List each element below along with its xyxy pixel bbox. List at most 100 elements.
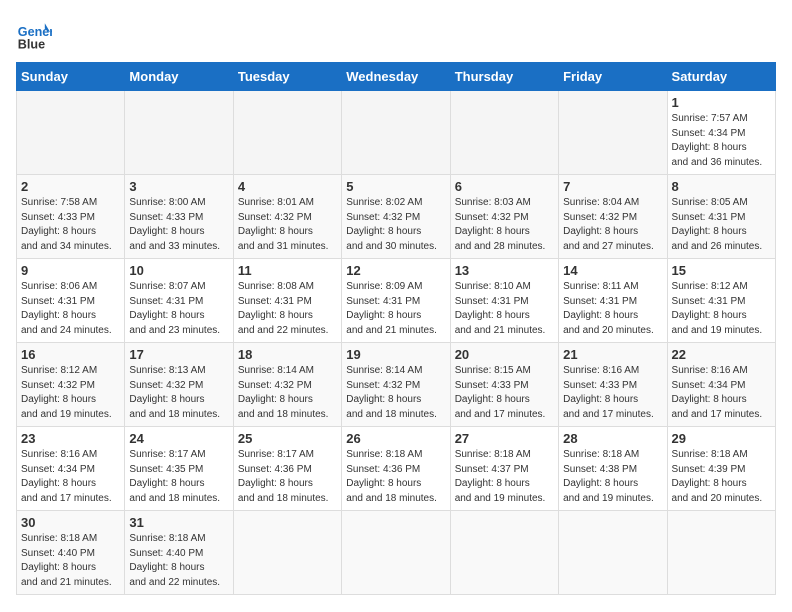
day-info: Sunrise: 8:18 AMSunset: 4:40 PMDaylight:…: [21, 532, 120, 590]
calendar-cell: 9 Sunrise: 8:06 AMSunset: 4:31 PMDaylight…: [17, 259, 125, 343]
day-number: 19: [346, 347, 445, 362]
day-info: Sunrise: 8:01 AMSunset: 4:32 PMDaylight:…: [238, 196, 337, 254]
day-info: Sunrise: 8:14 AMSunset: 4:32 PMDaylight:…: [346, 364, 445, 422]
calendar-cell: 3 Sunrise: 8:00 AMSunset: 4:33 PMDaylight…: [125, 175, 233, 259]
day-number: 28: [563, 431, 662, 446]
calendar-cell: [17, 91, 125, 175]
day-number: 3: [129, 179, 228, 194]
calendar-cell: [559, 91, 667, 175]
week-row-6: 30 Sunrise: 8:18 AMSunset: 4:40 PMDayligh…: [17, 511, 776, 595]
day-info: Sunrise: 8:16 AMSunset: 4:34 PMDaylight:…: [21, 448, 120, 506]
calendar-cell: 10Sunrise: 8:07 AMSunset: 4:31 PMDayligh…: [125, 259, 233, 343]
day-info: Sunrise: 8:18 AMSunset: 4:39 PMDaylight:…: [672, 448, 771, 506]
day-info: Sunrise: 7:58 AMSunset: 4:33 PMDaylight:…: [21, 196, 120, 254]
calendar-cell: 23 Sunrise: 8:16 AMSunset: 4:34 PMDayligh…: [17, 427, 125, 511]
calendar-cell: [233, 91, 341, 175]
calendar-cell: 31 Sunrise: 8:18 AMSunset: 4:40 PMDayligh…: [125, 511, 233, 595]
day-of-week-friday: Friday: [559, 63, 667, 91]
day-info: Sunrise: 8:02 AMSunset: 4:32 PMDaylight:…: [346, 196, 445, 254]
day-number: 25: [238, 431, 337, 446]
day-number: 7: [563, 179, 662, 194]
calendar-cell: [233, 511, 341, 595]
calendar-cell: 5 Sunrise: 8:02 AMSunset: 4:32 PMDaylight…: [342, 175, 450, 259]
week-row-2: 2 Sunrise: 7:58 AMSunset: 4:33 PMDaylight…: [17, 175, 776, 259]
calendar-header-row: SundayMondayTuesdayWednesdayThursdayFrid…: [17, 63, 776, 91]
calendar-cell: [667, 511, 775, 595]
day-number: 23: [21, 431, 120, 446]
day-number: 24: [129, 431, 228, 446]
day-number: 22: [672, 347, 771, 362]
day-info: Sunrise: 8:08 AMSunset: 4:31 PMDaylight:…: [238, 280, 337, 338]
logo: General Blue: [16, 16, 56, 52]
calendar-cell: 11 Sunrise: 8:08 AMSunset: 4:31 PMDayligh…: [233, 259, 341, 343]
calendar-body: 1Sunrise: 7:57 AMSunset: 4:34 PMDaylight…: [17, 91, 776, 595]
day-info: Sunrise: 8:12 AMSunset: 4:31 PMDaylight:…: [672, 280, 771, 338]
day-info: Sunrise: 8:15 AMSunset: 4:33 PMDaylight:…: [455, 364, 554, 422]
day-info: Sunrise: 8:18 AMSunset: 4:36 PMDaylight:…: [346, 448, 445, 506]
calendar-cell: [559, 511, 667, 595]
day-number: 20: [455, 347, 554, 362]
calendar-cell: 22 Sunrise: 8:16 AMSunset: 4:34 PMDayligh…: [667, 343, 775, 427]
day-of-week-saturday: Saturday: [667, 63, 775, 91]
day-info: Sunrise: 8:16 AMSunset: 4:34 PMDaylight:…: [672, 364, 771, 422]
calendar-cell: [450, 511, 558, 595]
day-number: 16: [21, 347, 120, 362]
day-number: 29: [672, 431, 771, 446]
day-info: Sunrise: 8:13 AMSunset: 4:32 PMDaylight:…: [129, 364, 228, 422]
page-header: General Blue: [16, 16, 776, 52]
calendar-cell: 4 Sunrise: 8:01 AMSunset: 4:32 PMDaylight…: [233, 175, 341, 259]
day-of-week-thursday: Thursday: [450, 63, 558, 91]
calendar-cell: 14Sunrise: 8:11 AMSunset: 4:31 PMDayligh…: [559, 259, 667, 343]
day-of-week-wednesday: Wednesday: [342, 63, 450, 91]
day-number: 4: [238, 179, 337, 194]
day-info: Sunrise: 8:18 AMSunset: 4:38 PMDaylight:…: [563, 448, 662, 506]
day-number: 11: [238, 263, 337, 278]
day-number: 27: [455, 431, 554, 446]
week-row-3: 9 Sunrise: 8:06 AMSunset: 4:31 PMDaylight…: [17, 259, 776, 343]
day-of-week-sunday: Sunday: [17, 63, 125, 91]
day-info: Sunrise: 8:09 AMSunset: 4:31 PMDaylight:…: [346, 280, 445, 338]
calendar-cell: 30 Sunrise: 8:18 AMSunset: 4:40 PMDayligh…: [17, 511, 125, 595]
day-number: 18: [238, 347, 337, 362]
calendar-cell: [342, 91, 450, 175]
day-info: Sunrise: 7:57 AMSunset: 4:34 PMDaylight:…: [672, 112, 771, 170]
calendar-cell: [450, 91, 558, 175]
day-number: 12: [346, 263, 445, 278]
day-number: 13: [455, 263, 554, 278]
calendar-cell: 2 Sunrise: 7:58 AMSunset: 4:33 PMDaylight…: [17, 175, 125, 259]
day-info: Sunrise: 8:17 AMSunset: 4:35 PMDaylight:…: [129, 448, 228, 506]
day-number: 2: [21, 179, 120, 194]
day-number: 8: [672, 179, 771, 194]
calendar-cell: 7 Sunrise: 8:04 AMSunset: 4:32 PMDaylight…: [559, 175, 667, 259]
day-info: Sunrise: 8:17 AMSunset: 4:36 PMDaylight:…: [238, 448, 337, 506]
day-info: Sunrise: 8:07 AMSunset: 4:31 PMDaylight:…: [129, 280, 228, 338]
calendar-cell: 24 Sunrise: 8:17 AMSunset: 4:35 PMDayligh…: [125, 427, 233, 511]
calendar-cell: 13 Sunrise: 8:10 AMSunset: 4:31 PMDayligh…: [450, 259, 558, 343]
day-number: 31: [129, 515, 228, 530]
day-number: 6: [455, 179, 554, 194]
calendar-cell: 18Sunrise: 8:14 AMSunset: 4:32 PMDayligh…: [233, 343, 341, 427]
day-info: Sunrise: 8:03 AMSunset: 4:32 PMDaylight:…: [455, 196, 554, 254]
day-number: 9: [21, 263, 120, 278]
day-info: Sunrise: 8:05 AMSunset: 4:31 PMDaylight:…: [672, 196, 771, 254]
calendar-cell: 25 Sunrise: 8:17 AMSunset: 4:36 PMDayligh…: [233, 427, 341, 511]
calendar-cell: 17Sunrise: 8:13 AMSunset: 4:32 PMDayligh…: [125, 343, 233, 427]
week-row-5: 23 Sunrise: 8:16 AMSunset: 4:34 PMDayligh…: [17, 427, 776, 511]
day-info: Sunrise: 8:00 AMSunset: 4:33 PMDaylight:…: [129, 196, 228, 254]
calendar-cell: 8 Sunrise: 8:05 AMSunset: 4:31 PMDaylight…: [667, 175, 775, 259]
day-info: Sunrise: 8:18 AMSunset: 4:40 PMDaylight:…: [129, 532, 228, 590]
week-row-4: 16Sunrise: 8:12 AMSunset: 4:32 PMDayligh…: [17, 343, 776, 427]
day-number: 30: [21, 515, 120, 530]
calendar-cell: 6 Sunrise: 8:03 AMSunset: 4:32 PMDaylight…: [450, 175, 558, 259]
calendar-cell: 19 Sunrise: 8:14 AMSunset: 4:32 PMDayligh…: [342, 343, 450, 427]
day-info: Sunrise: 8:16 AMSunset: 4:33 PMDaylight:…: [563, 364, 662, 422]
day-info: Sunrise: 8:06 AMSunset: 4:31 PMDaylight:…: [21, 280, 120, 338]
day-info: Sunrise: 8:04 AMSunset: 4:32 PMDaylight:…: [563, 196, 662, 254]
day-info: Sunrise: 8:10 AMSunset: 4:31 PMDaylight:…: [455, 280, 554, 338]
day-number: 5: [346, 179, 445, 194]
day-info: Sunrise: 8:18 AMSunset: 4:37 PMDaylight:…: [455, 448, 554, 506]
day-number: 21: [563, 347, 662, 362]
calendar-cell: 20 Sunrise: 8:15 AMSunset: 4:33 PMDayligh…: [450, 343, 558, 427]
calendar-cell: 27 Sunrise: 8:18 AMSunset: 4:37 PMDayligh…: [450, 427, 558, 511]
day-of-week-tuesday: Tuesday: [233, 63, 341, 91]
